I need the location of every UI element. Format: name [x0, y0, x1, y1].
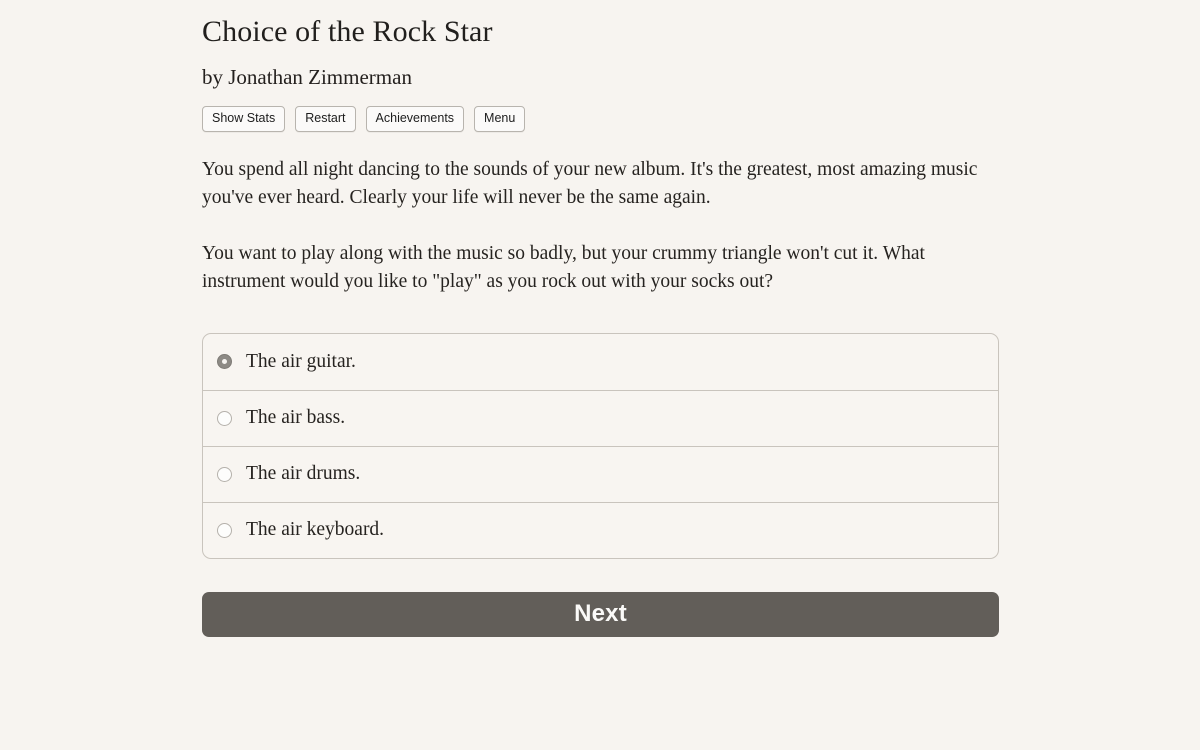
choice-option-3[interactable]: The air keyboard.	[203, 501, 998, 558]
choice-option-0[interactable]: The air guitar.	[203, 334, 998, 390]
story-container: Choice of the Rock Star by Jonathan Zimm…	[202, 14, 999, 637]
show-stats-button[interactable]: Show Stats	[202, 106, 286, 132]
choice-label-0: The air guitar.	[246, 350, 356, 372]
achievements-button[interactable]: Achievements	[365, 106, 465, 132]
choice-label-3: The air keyboard.	[246, 519, 385, 540]
story-paragraph-2: You want to play along with the music so…	[202, 242, 925, 292]
author-byline: by Jonathan Zimmerman	[202, 65, 412, 89]
radio-icon[interactable]	[217, 410, 232, 426]
restart-button[interactable]: Restart	[295, 106, 356, 132]
choice-list: The air guitar. The air bass. The air dr…	[202, 332, 999, 559]
next-button[interactable]: Next	[202, 591, 999, 637]
story-paragraph-1: You spend all night dancing to the sound…	[202, 158, 978, 208]
choice-option-1[interactable]: The air bass.	[203, 389, 998, 446]
choice-label-2: The air drums.	[246, 463, 361, 484]
game-toolbar: Show Stats Restart Achievements Menu	[202, 106, 999, 132]
choice-label-1: The air bass.	[246, 407, 346, 428]
radio-icon[interactable]	[217, 466, 232, 482]
menu-button[interactable]: Menu	[474, 106, 526, 132]
radio-icon-selected[interactable]	[217, 354, 232, 369]
choice-option-2[interactable]: The air drums.	[203, 445, 998, 502]
radio-icon[interactable]	[217, 522, 232, 538]
page-title: Choice of the Rock Star	[202, 15, 493, 48]
game-page: Choice of the Rock Star by Jonathan Zimm…	[0, 0, 1200, 750]
